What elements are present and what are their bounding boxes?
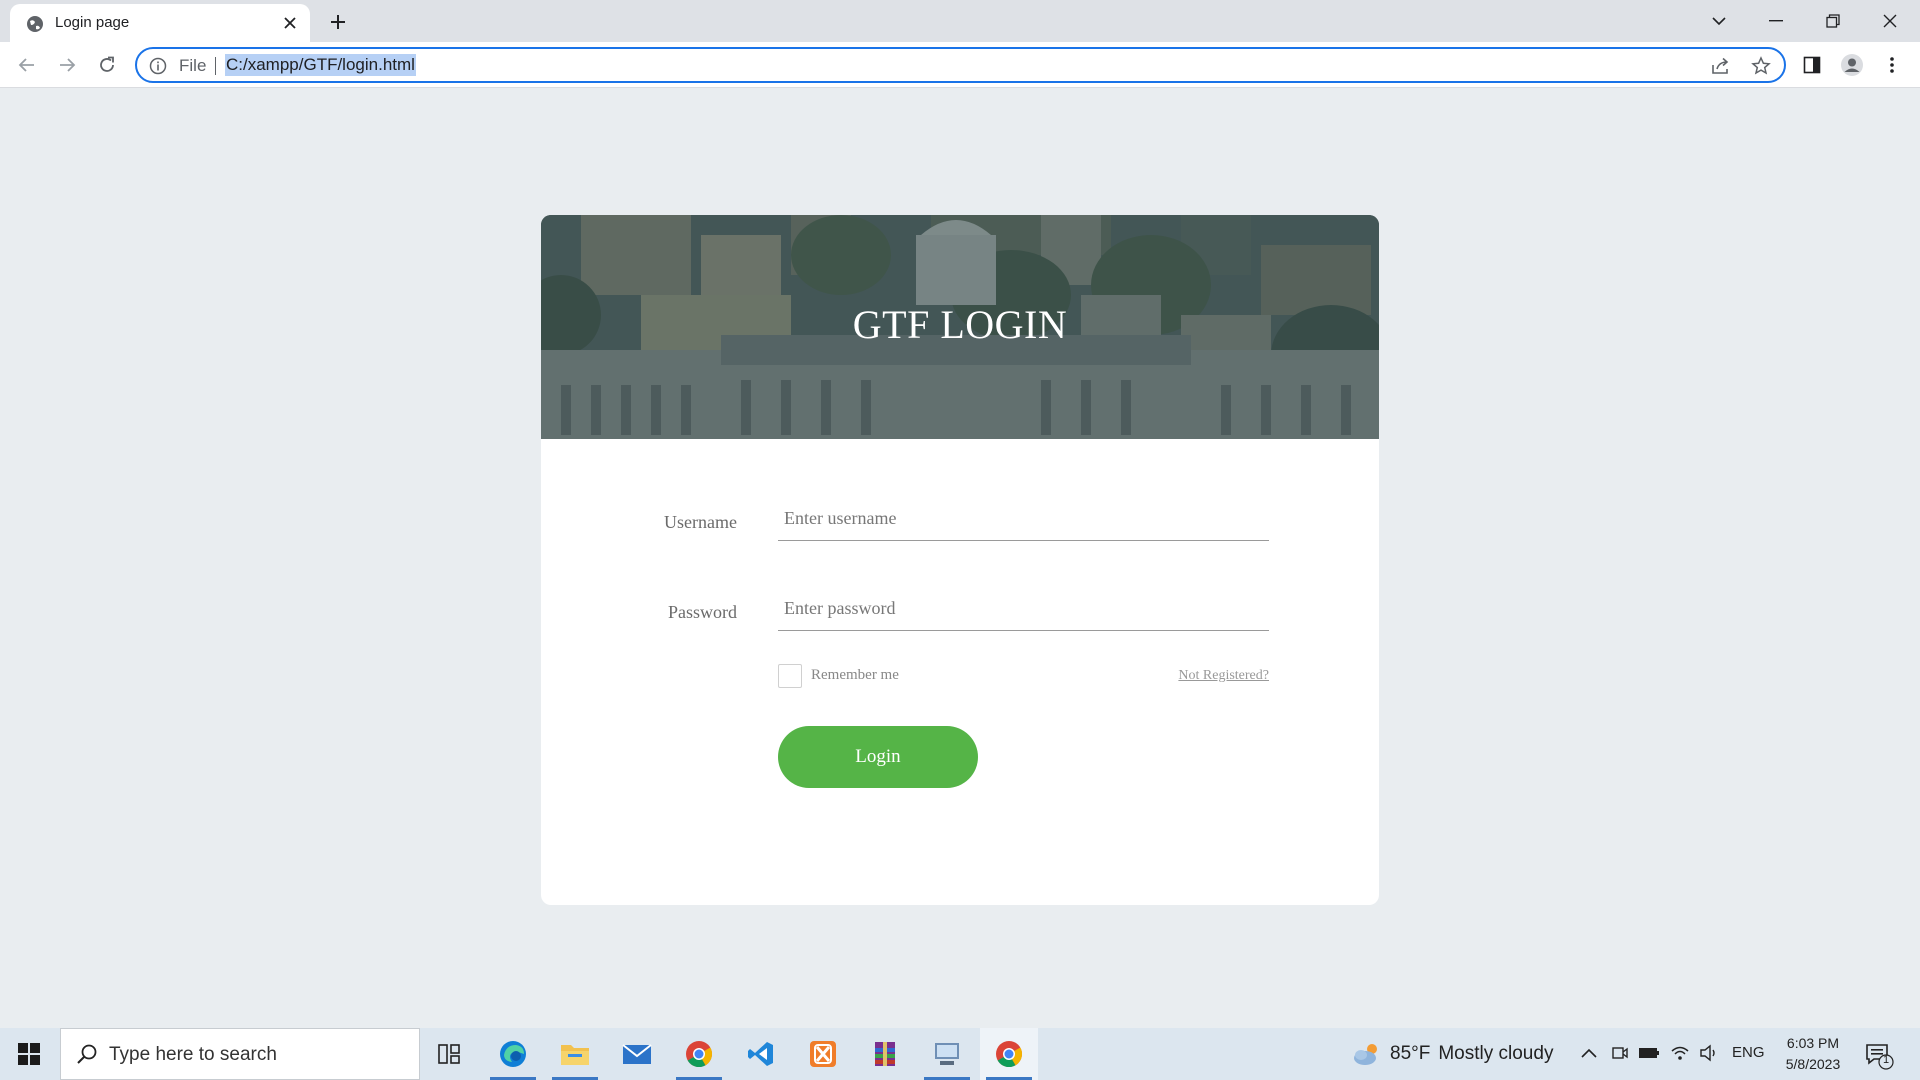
remember-me-label[interactable]: Remember me [811, 667, 899, 684]
login-button[interactable]: Login [778, 726, 978, 788]
not-registered-link[interactable]: Not Registered? [1161, 668, 1269, 684]
windows-taskbar: Type here to search 85°F Mostly cloudy E… [0, 1028, 1920, 1080]
chrome-app-icon[interactable] [670, 1028, 728, 1080]
browser-titlebar: Login page [0, 0, 1920, 42]
password-label: Password [667, 602, 737, 622]
info-icon[interactable] [149, 57, 167, 75]
search-icon [77, 1044, 97, 1064]
wifi-icon[interactable] [1669, 1042, 1691, 1064]
url-scheme: File [179, 56, 207, 75]
login-header-banner: GTF LOGIN [541, 215, 1379, 439]
forward-icon[interactable] [54, 52, 80, 78]
browser-toolbar: File C:/xampp/GTF/login.html [0, 42, 1920, 88]
input-language[interactable]: ENG [1732, 1044, 1765, 1061]
minimize-icon[interactable] [1756, 6, 1796, 36]
weather-description: Mostly cloudy [1438, 1043, 1554, 1064]
task-view-icon[interactable] [420, 1028, 478, 1080]
browser-tab[interactable]: Login page [10, 4, 310, 42]
chrome-active-app-icon[interactable] [980, 1028, 1038, 1080]
close-tab-icon[interactable] [280, 13, 300, 33]
globe-icon [27, 16, 43, 32]
clock-date: 5/8/2023 [1785, 1056, 1841, 1072]
system-clock[interactable]: 6:03 PM 5/8/2023 [1778, 1033, 1848, 1075]
remember-me-checkbox[interactable] [778, 664, 802, 688]
weather-temperature: 85°F [1390, 1043, 1431, 1064]
username-label: Username [664, 512, 737, 532]
password-input[interactable] [778, 587, 1269, 631]
tab-search-chevron-icon[interactable] [1699, 6, 1739, 36]
cloudy-weather-icon [1354, 1044, 1377, 1065]
bookmark-star-icon[interactable] [1750, 55, 1772, 77]
side-panel-icon[interactable] [1799, 52, 1825, 78]
browser-menu-icon[interactable] [1879, 52, 1905, 78]
url-text[interactable]: C:/xampp/GTF/login.html [225, 54, 416, 76]
login-title: GTF LOGIN [852, 302, 1068, 347]
weather-widget[interactable]: 85°F Mostly cloudy [1352, 1028, 1553, 1080]
username-input[interactable] [778, 497, 1269, 541]
show-hidden-icons-chevron-icon[interactable] [1578, 1042, 1600, 1064]
meet-now-icon[interactable] [1609, 1042, 1631, 1064]
file-explorer-icon[interactable] [546, 1028, 604, 1080]
tab-title: Login page [55, 14, 130, 31]
reload-icon[interactable] [94, 52, 120, 78]
taskbar-search-box[interactable]: Type here to search [60, 1028, 420, 1080]
url-separator [215, 57, 216, 75]
clock-time: 6:03 PM [1786, 1035, 1840, 1051]
address-bar[interactable]: File C:/xampp/GTF/login.html [135, 47, 1786, 83]
login-card: GTF LOGIN Username Password Remember me … [541, 215, 1379, 905]
restore-icon[interactable] [1813, 6, 1853, 36]
back-icon[interactable] [14, 52, 40, 78]
notification-count: 1 [1883, 1054, 1890, 1066]
new-tab-icon[interactable] [326, 10, 350, 34]
close-window-icon[interactable] [1870, 6, 1910, 36]
share-icon[interactable] [1710, 55, 1732, 77]
xampp-app-icon[interactable] [794, 1028, 852, 1080]
battery-icon[interactable] [1638, 1042, 1660, 1064]
notification-center-icon[interactable]: 1 [1864, 1040, 1894, 1070]
windows-start-icon[interactable] [0, 1028, 58, 1080]
edge-app-icon[interactable] [484, 1028, 542, 1080]
vscode-app-icon[interactable] [732, 1028, 790, 1080]
volume-icon[interactable] [1698, 1042, 1720, 1064]
winrar-app-icon[interactable] [856, 1028, 914, 1080]
profile-avatar-icon[interactable] [1839, 52, 1865, 78]
search-placeholder: Type here to search [109, 1044, 277, 1065]
mail-app-icon[interactable] [608, 1028, 666, 1080]
network-app-icon[interactable] [918, 1028, 976, 1080]
